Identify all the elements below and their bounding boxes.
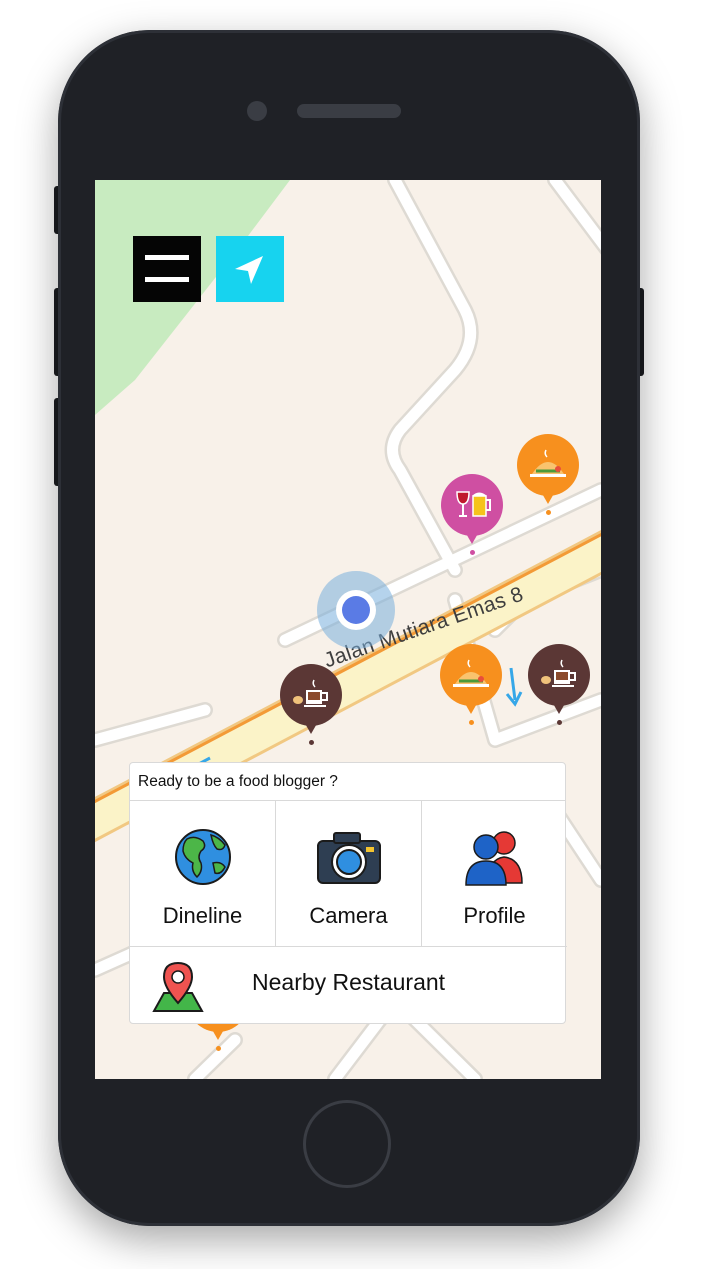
navigation-arrow-icon [235, 256, 263, 284]
camera-icon [316, 832, 381, 884]
coffee-cup-icon [541, 659, 576, 687]
users-icon [464, 831, 523, 886]
nearby-restaurant-label: Nearby Restaurant [252, 969, 446, 995]
globe-icon [174, 829, 231, 885]
food-dish-icon [453, 659, 489, 687]
restaurant-marker[interactable] [440, 644, 502, 726]
dineline-button[interactable]: Dineline [130, 801, 276, 947]
camera-label: Camera [309, 903, 388, 928]
menu-button[interactable] [133, 236, 201, 302]
panel-title: Ready to be a food blogger ? [130, 763, 565, 801]
dineline-label: Dineline [162, 903, 243, 928]
earpiece-speaker [297, 104, 401, 118]
front-camera [247, 101, 267, 121]
cafe-marker[interactable] [280, 664, 342, 746]
app-screen: Jalan Mutiara Emas 8 Ready to be a food … [95, 180, 601, 1079]
profile-button[interactable]: Profile [422, 801, 567, 947]
food-dish-icon [530, 449, 566, 477]
map-pin-icon [152, 961, 204, 1012]
bar-marker[interactable] [441, 474, 503, 556]
home-button[interactable] [303, 1100, 391, 1188]
cafe-marker[interactable] [528, 644, 590, 726]
locate-me-button[interactable] [216, 236, 284, 302]
restaurant-marker[interactable] [517, 434, 579, 516]
food-blogger-panel: Ready to be a food blogger ? Dineline Ca… [129, 762, 567, 1025]
nearby-restaurant-button[interactable]: Nearby Restaurant [130, 947, 565, 1025]
device-mockup: Jalan Mutiara Emas 8 Ready to be a food … [0, 0, 702, 1269]
coffee-cup-icon [293, 679, 328, 707]
current-location-indicator [317, 571, 395, 649]
profile-label: Profile [463, 903, 526, 928]
camera-button[interactable]: Camera [276, 801, 422, 947]
wine-beer-icon [456, 491, 491, 517]
